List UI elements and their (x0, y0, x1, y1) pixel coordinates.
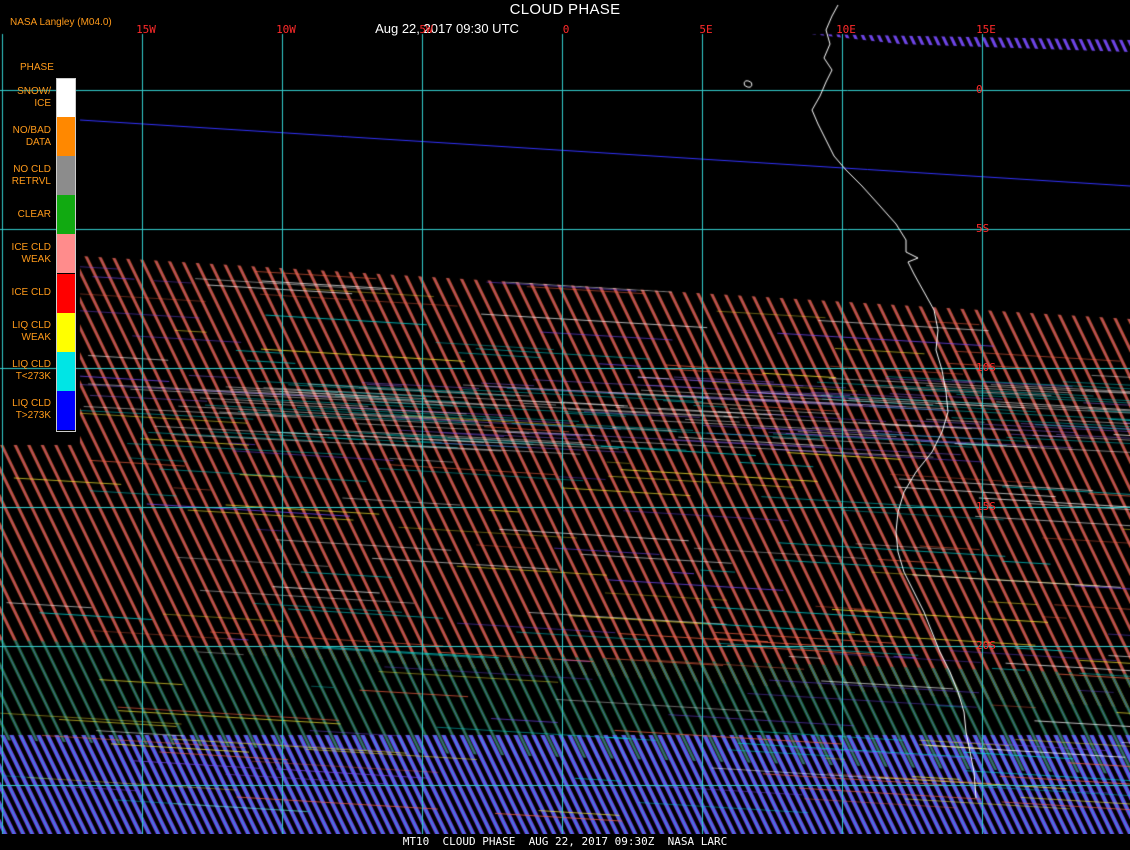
legend-swatch (56, 312, 75, 352)
legend-swatch (56, 351, 75, 391)
observation-datetime: Aug 22, 2017 09:30 UTC (375, 21, 519, 36)
longitude-label: 15E (976, 23, 996, 36)
legend-label: LIQ CLD T<273K (12, 359, 51, 383)
legend-swatch (56, 78, 75, 118)
longitude-label: 10E (836, 23, 856, 36)
legend-swatch (56, 273, 75, 313)
longitude-label: 10W (276, 23, 296, 36)
latitude-label: 15S (976, 500, 996, 513)
legend-label: LIQ CLD T>273K (12, 398, 51, 422)
legend-label: NO/BAD DATA (12, 124, 51, 148)
page-title: CLOUD PHASE (509, 1, 621, 18)
legend-swatch (56, 156, 75, 196)
legend-label: NO CLD RETRVL (11, 163, 51, 187)
longitude-label: 5E (699, 23, 713, 36)
legend-swatch (56, 117, 75, 157)
cloud-phase-map (0, 0, 1130, 850)
legend-swatch (56, 390, 75, 430)
latitude-label: 5S (976, 222, 990, 235)
latitude-label: 20S (976, 639, 996, 652)
footer-caption: MT10 CLOUD PHASE AUG 22, 2017 09:30Z NAS… (0, 834, 1130, 850)
legend-label: CLEAR (17, 208, 51, 220)
longitude-label: 5W (419, 23, 433, 36)
longitude-label: 15W (136, 23, 156, 36)
legend-label: LIQ CLD WEAK (12, 320, 51, 344)
legend-swatch (56, 234, 75, 274)
legend-title: PHASE (20, 62, 54, 73)
legend-label: ICE CLD (11, 287, 51, 299)
legend-label: SNOW/ ICE (17, 85, 51, 109)
legend-label: ICE CLD WEAK (11, 241, 51, 265)
longitude-label: 0 (562, 23, 570, 36)
latitude-label: 10S (976, 361, 996, 374)
latitude-label: 0 (976, 83, 983, 96)
legend-swatch (56, 195, 75, 235)
credit-label: NASA Langley (M04.0) (10, 17, 112, 28)
